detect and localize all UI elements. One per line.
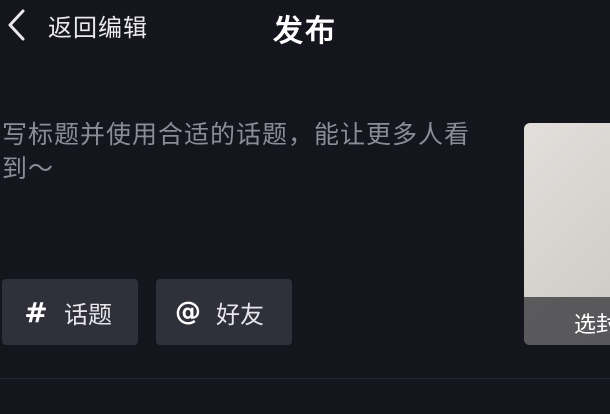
at-icon: @	[175, 297, 201, 327]
friend-label: 好友	[216, 300, 264, 329]
mention-friend-button[interactable]: @ 好友	[156, 279, 292, 345]
select-cover-label[interactable]: 选封	[574, 307, 610, 339]
cover-overlay: 选封	[524, 297, 610, 345]
publish-screen: 返回编辑 发布 写标题并使用合适的话题，能让更多人看到～ # 话题 @ 好友 选…	[0, 0, 610, 414]
hashtag-icon: #	[24, 295, 48, 329]
page-title: 发布	[273, 14, 337, 49]
cover-thumbnail[interactable]: 选封	[524, 123, 610, 345]
topic-button[interactable]: # 话题	[2, 279, 138, 345]
divider	[0, 378, 610, 379]
header: 返回编辑 发布	[0, 0, 610, 50]
caption-input[interactable]: 写标题并使用合适的话题，能让更多人看到～	[2, 118, 492, 198]
topic-label: 话题	[64, 300, 112, 329]
